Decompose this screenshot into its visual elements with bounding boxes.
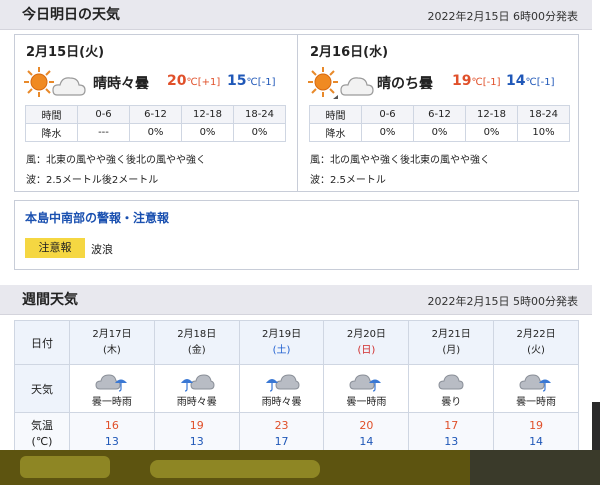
weekly-date-cell: 2月21日 (月): [408, 320, 495, 365]
wave-info: 波：2.5メートル: [310, 175, 386, 186]
rain-value: 降水: [25, 123, 78, 142]
forecast-day-2: 2月16日(水) 晴のち曇 19℃[-1] 14℃[-1] 時間 0-6 6-1…: [299, 35, 579, 191]
weekly-weather-cell: 曇一時雨: [69, 364, 155, 413]
sun-cloud-icon: [24, 67, 86, 97]
wave-info: 波：2.5メートル後2メートル: [26, 175, 159, 186]
advisory-badge: 注意報: [25, 238, 85, 258]
rain-header: 18-24: [233, 105, 286, 124]
forecast-date: 2月16日(水): [310, 45, 389, 60]
weekly-date-cell: 2月18日 (金): [153, 320, 240, 365]
bottom-video-overlay: [0, 450, 600, 485]
weekly-date-cell: 2月20日 (日): [323, 320, 410, 365]
forecast-telop: 晴のち曇: [377, 76, 433, 92]
weekly-temp-cell: 17 13: [408, 412, 495, 455]
today-header: 今日明日の天気 2022年2月15日 6時00分発表: [0, 0, 592, 30]
rain-value: 0%: [233, 123, 286, 142]
precipitation-table: 時間 0-6 6-12 12-18 18-24 降水 --- 0% 0% 0%: [25, 105, 286, 142]
weekly-date-cell: 2月22日 (火): [493, 320, 579, 365]
rain-header: 6-12: [129, 105, 182, 124]
cloud-rain-icon: [349, 373, 382, 392]
today-title: 今日明日の天気: [22, 7, 120, 23]
weekly-title: 週間天気: [22, 292, 78, 308]
rain-header: 12-18: [181, 105, 234, 124]
weekly-temp-cell: 19 13: [153, 412, 240, 455]
weekly-weather-cell: 雨時々曇: [153, 364, 240, 413]
rain-header: 0-6: [77, 105, 130, 124]
rain-value: 10%: [517, 123, 570, 142]
rain-value: ---: [77, 123, 130, 142]
weekly-issued-time: 2022年2月15日 5時00分発表: [427, 295, 578, 308]
rain-value: 0%: [129, 123, 182, 142]
forecast-date: 2月15日(火): [26, 45, 105, 60]
low-temp: 15℃[-1]: [227, 73, 276, 89]
warning-title-link[interactable]: 本島中南部の警報・注意報: [25, 209, 169, 226]
cloud-rain-icon: [95, 373, 127, 392]
today-issued-time: 2022年2月15日 6時00分発表: [427, 10, 578, 23]
weekly-temp-cell: 20 14: [323, 412, 410, 455]
row-label-weather: 天気: [14, 364, 70, 413]
rain-header: 時間: [309, 105, 362, 124]
rain-value: 0%: [361, 123, 414, 142]
rain-header: 0-6: [361, 105, 414, 124]
window-edge: [592, 0, 600, 485]
high-temp: 19℃[-1]: [452, 73, 501, 89]
cloud-icon: [438, 373, 464, 389]
high-temp: 20℃[+1]: [167, 73, 221, 89]
weekly-date-cell: 2月19日 (土): [238, 320, 325, 365]
cloud-rain-icon: [519, 373, 552, 392]
weekly-header: 週間天気 2022年2月15日 5時00分発表: [0, 285, 592, 315]
precipitation-table: 時間 0-6 6-12 12-18 18-24 降水 0% 0% 0% 10%: [309, 105, 570, 142]
rain-header: 6-12: [413, 105, 466, 124]
weather-page: 今日明日の天気 2022年2月15日 6時00分発表 2月15日(火) 晴時々曇…: [0, 0, 592, 485]
rain-value: 0%: [181, 123, 234, 142]
weekly-forecast-table: 日付 2月17日 (木) 2月18日 (金) 2月19日 (土) 2月20日 (日) 2…: [14, 320, 579, 455]
weekly-weather-cell: 曇り: [408, 364, 495, 413]
sun-then-cloud-icon: [308, 67, 374, 99]
weekly-temp-cell: 16 13: [69, 412, 155, 455]
wind-info: 風：北の風やや強く後北東の風やや強く: [310, 155, 490, 166]
rain-value: 降水: [309, 123, 362, 142]
weekly-temp-cell: 19 14: [493, 412, 579, 455]
rain-value: 0%: [413, 123, 466, 142]
forecast-telop: 晴時々曇: [93, 76, 149, 92]
row-label-date: 日付: [14, 320, 70, 365]
wind-info: 風：北東の風やや強く後北の風やや強く: [26, 155, 206, 166]
advisory-text: 波浪: [91, 243, 113, 256]
rain-header: 18-24: [517, 105, 570, 124]
rain-header: 時間: [25, 105, 78, 124]
weekly-date-cell: 2月17日 (木): [69, 320, 155, 365]
rain-header: 12-18: [465, 105, 518, 124]
forecast-day-1: 2月15日(火) 晴時々曇 20℃[+1] 15℃[-1] 時間 0-6 6-1…: [15, 35, 298, 191]
low-temp: 14℃[-1]: [506, 73, 555, 89]
row-label-temp: 気温 (℃): [14, 412, 70, 455]
today-forecast-panel: 2月15日(火) 晴時々曇 20℃[+1] 15℃[-1] 時間 0-6 6-1…: [14, 34, 579, 192]
weekly-weather-cell: 曇一時雨: [323, 364, 410, 413]
rain-cloud-icon: [265, 373, 300, 392]
weekly-temp-cell: 23 17: [238, 412, 325, 455]
rain-cloud-icon: [180, 373, 215, 392]
warning-panel: 本島中南部の警報・注意報 注意報 波浪: [14, 200, 579, 270]
rain-value: 0%: [465, 123, 518, 142]
weekly-weather-cell: 雨時々曇: [238, 364, 325, 413]
weekly-weather-cell: 曇一時雨: [493, 364, 579, 413]
